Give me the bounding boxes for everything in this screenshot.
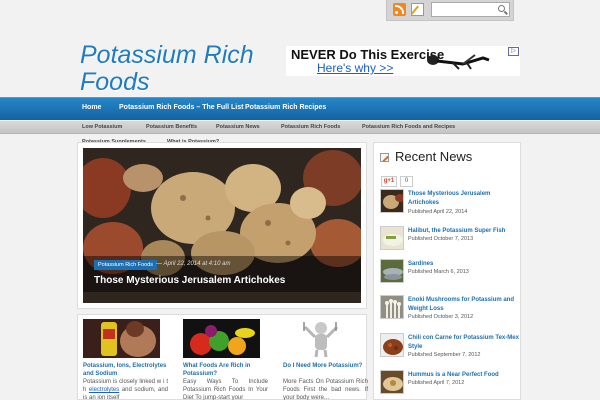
recent-post-date: Published March 6, 2013 (408, 269, 469, 275)
post-excerpt: Easy Ways To Include Potassium Rich Food… (183, 379, 268, 400)
post-thumb-need-more[interactable] (283, 319, 360, 358)
electrolytes-link[interactable]: electrolytes (89, 387, 119, 393)
recent-post-date: Published October 7, 2013 (408, 236, 474, 242)
post-cards: Potassium, Ions, Electrolytes and Sodium… (77, 314, 368, 400)
recent-post-item[interactable]: Those Mysterious Jerusalem Artichokes Pu… (380, 189, 520, 223)
slider-caption: Potassium Rich Foods — April 22, 2014 at… (83, 256, 361, 292)
ad-title[interactable]: NEVER Do This Exercise (291, 47, 444, 62)
post-thumb-electrolytes[interactable] (83, 319, 160, 358)
post-title[interactable]: Do I Need More Potassium? (283, 362, 368, 370)
search-icon[interactable] (498, 5, 505, 12)
recent-post-item[interactable]: Chili con Carne for Potassium Tex-Mex St… (380, 333, 520, 367)
subscribe-email-icon[interactable] (411, 3, 424, 16)
recent-news-sidebar: Recent News g+1 0 Those Mysterious Jerus… (373, 142, 521, 400)
recent-post-thumb[interactable] (380, 259, 404, 283)
recent-post-thumb[interactable] (380, 370, 404, 394)
recent-post-item[interactable]: Enoki Mushrooms for Potassium and Weight… (380, 295, 520, 329)
recent-post-item[interactable]: Hummus is a Near Perfect Food Published … (380, 370, 520, 400)
recent-post-link[interactable]: Enoki Mushrooms for Potassium and Weight… (408, 296, 520, 314)
recent-post-link[interactable]: Chili con Carne for Potassium Tex-Mex St… (408, 334, 520, 352)
ad-banner[interactable]: NEVER Do This Exercise Here's why >> ▷ (286, 46, 520, 76)
recent-post-thumb[interactable] (380, 333, 404, 357)
recent-post-item[interactable]: Sardines Published March 6, 2013 (380, 259, 520, 293)
post-excerpt: Potassium is closely linked w i t h elec… (83, 378, 168, 400)
subnav-item-foods-recipes[interactable]: Potassium Rich Foods and Recipes (362, 124, 455, 130)
post-card[interactable]: What Foods Are Rich in Potassium? Easy W… (183, 319, 268, 400)
post-thumb-foods[interactable] (183, 319, 260, 358)
subnav-item-rich-foods[interactable]: Potassium Rich Foods (281, 124, 340, 130)
post-card[interactable]: Do I Need More Potassium? More Facts On … (283, 319, 368, 400)
recent-post-link[interactable]: Hummus is a Near Perfect Food (408, 371, 520, 380)
post-excerpt: More Facts On Potassium Rich Foods First… (283, 379, 368, 400)
subnav-item-news[interactable]: Potassium News (216, 124, 260, 130)
ad-choices-icon[interactable]: ▷ (508, 47, 519, 56)
recent-post-link[interactable]: Halibut, the Potassium Super Fish (408, 227, 520, 236)
edit-icon (380, 153, 389, 162)
recent-post-thumb[interactable] (380, 295, 404, 319)
featured-slider[interactable]: Potassium Rich Foods — April 22, 2014 at… (77, 142, 367, 309)
recent-post-thumb[interactable] (380, 189, 404, 213)
nav-item-home[interactable]: Home (82, 104, 101, 111)
nav-item-recipes[interactable]: Potassium Rich Recipes (245, 104, 326, 111)
recent-post-link[interactable]: Those Mysterious Jerusalem Artichokes (408, 190, 520, 208)
top-utility-bar (386, 0, 514, 21)
subnav-item-low-potassium[interactable]: Low Potassium (82, 124, 122, 130)
google-plus-button[interactable]: g+1 (381, 176, 397, 187)
recent-post-date: Published April 7, 2012 (408, 380, 465, 386)
exercise-figure-image (427, 54, 490, 70)
slider-category-badge[interactable]: Potassium Rich Foods (94, 260, 158, 270)
search-input[interactable] (431, 2, 510, 17)
artichoke-photo[interactable]: Potassium Rich Foods — April 22, 2014 at… (83, 148, 361, 303)
main-nav: Home Potassium Rich Foods – The Full Lis… (0, 97, 600, 120)
post-card[interactable]: Potassium, Ions, Electrolytes and Sodium… (83, 319, 168, 400)
recent-post-item[interactable]: Halibut, the Potassium Super Fish Publis… (380, 226, 520, 260)
slider-date: — April 22, 2014 at 4:10 am (156, 261, 231, 267)
recent-post-thumb[interactable] (380, 226, 404, 250)
sub-nav: Low Potassium Potassium Benefits Potassi… (0, 121, 600, 134)
recent-news-title: Recent News (395, 149, 473, 164)
site-title[interactable]: Potassium Rich Foods (80, 42, 280, 96)
recent-post-date: Published October 3, 2012 (408, 314, 474, 320)
post-title[interactable]: What Foods Are Rich in Potassium? (183, 362, 268, 378)
ad-link[interactable]: Here's why >> (317, 61, 393, 75)
recent-post-date: Published September 7, 2012 (408, 352, 481, 358)
nav-item-full-list[interactable]: Potassium Rich Foods – The Full List (119, 104, 243, 111)
recent-post-date: Published April 22, 2014 (408, 209, 468, 215)
recent-post-link[interactable]: Sardines (408, 260, 520, 269)
rss-icon[interactable] (393, 3, 406, 16)
post-title[interactable]: Potassium, Ions, Electrolytes and Sodium (83, 362, 168, 378)
google-plus-count: 0 (400, 176, 413, 187)
slider-title[interactable]: Those Mysterious Jerusalem Artichokes (94, 275, 285, 286)
subnav-item-benefits[interactable]: Potassium Benefits (146, 124, 197, 130)
